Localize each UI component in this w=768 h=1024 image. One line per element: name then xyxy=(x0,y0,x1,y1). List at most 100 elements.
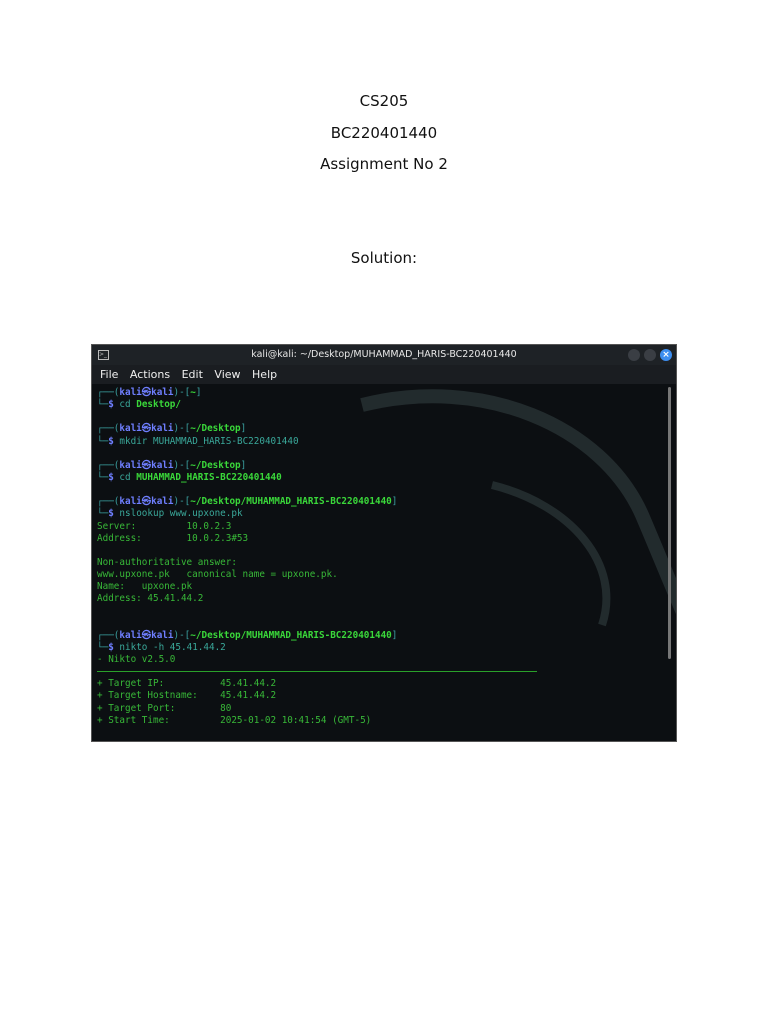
command-line: └─$ nikto -h 45.41.44.2 xyxy=(97,642,666,654)
command-args: www.upxone.pk xyxy=(169,508,243,520)
output-line: + Target Port: 80 xyxy=(97,703,666,715)
prompt-line: ┌──(kali㉿kali)-[~/Desktop] xyxy=(97,460,666,472)
prompt-dollar: $ xyxy=(108,471,120,483)
prompt-line: ┌──(kali㉿kali)-[~/Desktop] xyxy=(97,423,666,435)
output-text: Server: 10.0.2.3 xyxy=(97,520,232,532)
command-args: MUHAMMAD_HARIS-BC220401440 xyxy=(153,435,299,447)
prompt-bracket: └─ xyxy=(97,641,109,653)
command-line: └─$ cd MUHAMMAD_HARIS-BC220401440 xyxy=(97,472,666,484)
prompt-bracket: └─ xyxy=(97,399,109,411)
command-line: └─$ cd Desktop/ xyxy=(97,399,666,411)
output-text: Address: 45.41.44.2 xyxy=(97,593,204,605)
prompt-user: kali xyxy=(119,387,142,398)
prompt-user: kali xyxy=(119,459,142,471)
prompt-bracket: )-[ xyxy=(173,423,191,435)
separator-rule xyxy=(97,671,537,673)
prompt-bracket: ┌──( xyxy=(97,387,120,398)
command-args: -h 45.41.44.2 xyxy=(153,641,226,653)
prompt-bracket: ┌──( xyxy=(97,423,120,435)
prompt-dollar: $ xyxy=(108,435,120,447)
prompt-path: ~/Desktop xyxy=(190,423,241,435)
command-name: nslookup xyxy=(119,508,165,520)
prompt-line: ┌──(kali㉿kali)-[~/Desktop/MUHAMMAD_HARIS… xyxy=(97,496,666,508)
prompt-bracket: )-[ xyxy=(173,496,191,508)
prompt-bracket: ┌──( xyxy=(97,496,120,508)
prompt-path: ~/Desktop/MUHAMMAD_HARIS-BC220401440 xyxy=(190,629,392,641)
prompt-at-symbol: ㉿ xyxy=(141,423,152,435)
prompt-at-symbol: ㉿ xyxy=(141,459,152,471)
output-line: + Start Time: 2025-01-02 10:41:54 (GMT-5… xyxy=(97,715,666,727)
prompt-at-symbol: ㉿ xyxy=(141,629,152,641)
prompt-user: kali xyxy=(119,423,142,435)
prompt-line: ┌──(kali㉿kali)-[~/Desktop/MUHAMMAD_HARIS… xyxy=(97,630,666,642)
output-text: - Nikto v2.5.0 xyxy=(97,654,176,666)
prompt-bracket: └─ xyxy=(97,471,109,483)
command-name: cd xyxy=(119,471,131,483)
command-args: Desktop/ xyxy=(136,399,181,411)
output-line: Name: upxone.pk xyxy=(97,581,666,593)
prompt-path: ~/Desktop xyxy=(190,459,241,471)
menu-view[interactable]: View xyxy=(214,368,240,381)
prompt-user: kali xyxy=(119,496,142,508)
scrollbar[interactable] xyxy=(668,387,671,659)
output-line: Server: 10.0.2.3 xyxy=(97,521,666,533)
menu-file[interactable]: File xyxy=(100,368,118,381)
close-button[interactable]: × xyxy=(660,349,672,361)
output-line: Address: 45.41.44.2 xyxy=(97,593,666,605)
output-text: Address: 10.0.2.3#53 xyxy=(97,532,249,544)
output-line: - Nikto v2.5.0 xyxy=(97,654,666,666)
output-text: www.upxone.pk canonical name = upxone.pk… xyxy=(97,569,338,581)
course-code: CS205 xyxy=(359,92,409,110)
prompt-host: kali xyxy=(151,459,174,471)
prompt-bracket: └─ xyxy=(97,435,109,447)
prompt-bracket: )-[ xyxy=(173,459,191,471)
prompt-dollar: $ xyxy=(108,641,120,653)
prompt-bracket: )-[ xyxy=(173,387,191,398)
prompt-bracket: ] xyxy=(240,423,247,435)
command-name: nikto xyxy=(119,641,148,653)
menu-help[interactable]: Help xyxy=(252,368,277,381)
menu-edit[interactable]: Edit xyxy=(182,368,203,381)
minimize-button[interactable] xyxy=(628,349,640,361)
output-text: + Target Hostname: 45.41.44.2 xyxy=(97,690,277,702)
prompt-dollar: $ xyxy=(108,508,120,520)
maximize-button[interactable] xyxy=(644,349,656,361)
prompt-bracket: ┌──( xyxy=(97,459,120,471)
terminal-screenshot: >_ kali@kali: ~/Desktop/MUHAMMAD_HARIS-B… xyxy=(91,344,677,742)
prompt-path: ~/Desktop/MUHAMMAD_HARIS-BC220401440 xyxy=(190,496,392,508)
prompt-bracket: )-[ xyxy=(173,629,191,641)
output-text: Name: upxone.pk xyxy=(97,581,193,593)
output-line: + Target IP: 45.41.44.2 xyxy=(97,678,666,690)
command-line: └─$ mkdir MUHAMMAD_HARIS-BC220401440 xyxy=(97,436,666,448)
command-name: cd xyxy=(119,399,131,411)
output-line: www.upxone.pk canonical name = upxone.pk… xyxy=(97,569,666,581)
output-line: Address: 10.0.2.3#53 xyxy=(97,533,666,545)
prompt-at-symbol: ㉿ xyxy=(141,387,152,398)
command-line: └─$ nslookup www.upxone.pk xyxy=(97,508,666,520)
command-name: mkdir xyxy=(119,435,148,447)
prompt-host: kali xyxy=(151,387,174,398)
title-bar: >_ kali@kali: ~/Desktop/MUHAMMAD_HARIS-B… xyxy=(92,345,676,365)
terminal-output: ┌──(kali㉿kali)-[~] └─$ cd Desktop/┌──(kal… xyxy=(97,387,666,727)
prompt-host: kali xyxy=(151,496,174,508)
prompt-bracket: ] xyxy=(391,629,398,641)
menu-actions[interactable]: Actions xyxy=(130,368,170,381)
prompt-line: ┌──(kali㉿kali)-[~] xyxy=(97,387,666,399)
assignment-title: Assignment No 2 xyxy=(320,155,448,173)
prompt-user: kali xyxy=(119,629,142,641)
command-args: MUHAMMAD_HARIS-BC220401440 xyxy=(136,471,282,483)
prompt-host: kali xyxy=(151,423,174,435)
prompt-host: kali xyxy=(151,629,174,641)
terminal-icon: >_ xyxy=(98,350,109,360)
prompt-at-symbol: ㉿ xyxy=(141,496,152,508)
prompt-dollar: $ xyxy=(108,399,120,411)
window-title: kali@kali: ~/Desktop/MUHAMMAD_HARIS-BC22… xyxy=(251,349,517,360)
output-line: + Target Hostname: 45.41.44.2 xyxy=(97,690,666,702)
output-text: + Target IP: 45.41.44.2 xyxy=(97,678,277,690)
